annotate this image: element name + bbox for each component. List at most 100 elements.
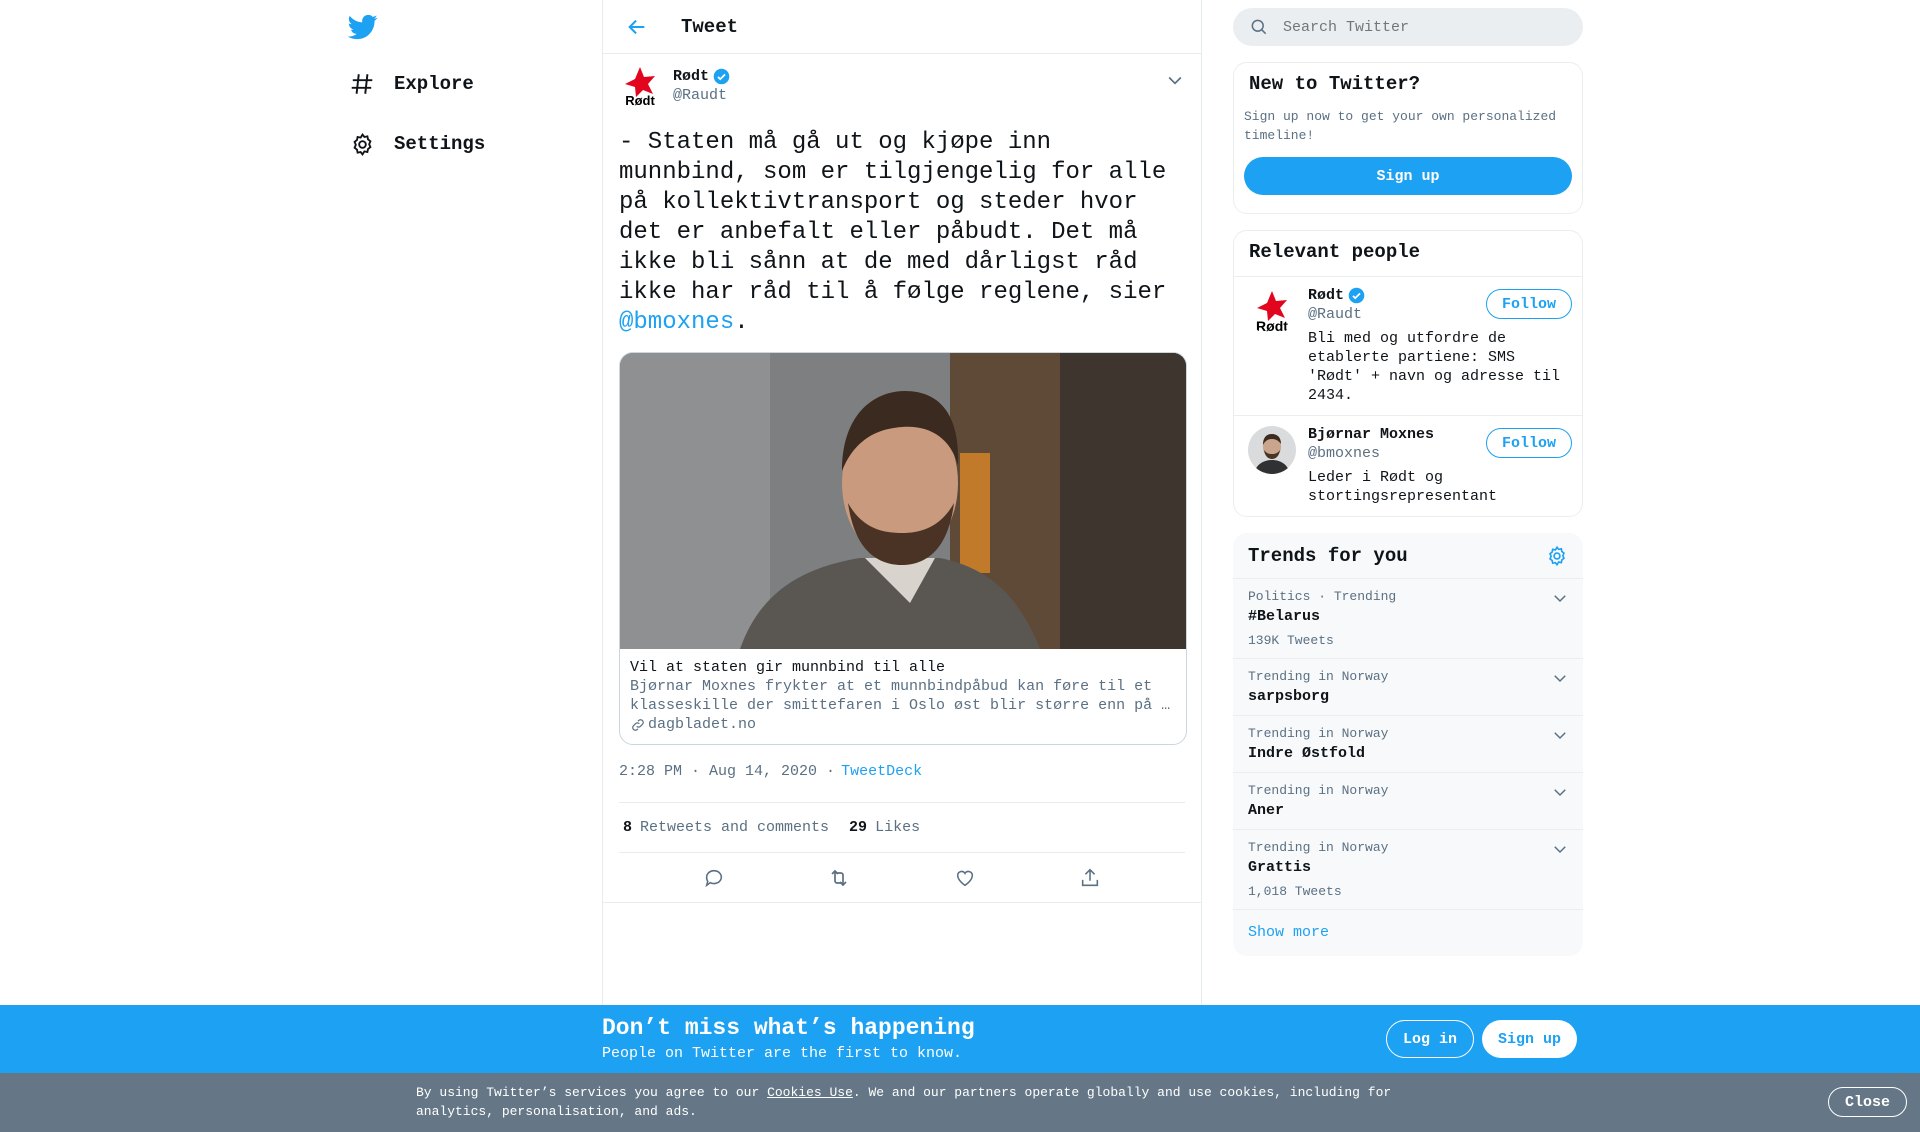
back-arrow-icon[interactable] (623, 13, 651, 41)
retweets-count: 8 (623, 819, 633, 836)
likes-label[interactable]: Likes (875, 819, 920, 836)
chevron-down-icon[interactable] (1551, 589, 1569, 607)
share-icon[interactable] (1077, 865, 1103, 891)
tweet: Rødt Rødt @Raudt - Staten må gå ut og kj… (603, 54, 1201, 903)
retweets-label[interactable]: Retweets and comments (640, 819, 829, 836)
person-bio: Leder i Rødt og stortingsrepresentant (1308, 469, 1498, 505)
link-card[interactable]: Vil at staten gir munnbind til alle Bjør… (619, 352, 1187, 745)
card-description-line-1: Bjørnar Moxnes frykter at et munnbindpåb… (630, 678, 1153, 695)
relevant-people-title: Relevant people (1234, 231, 1582, 277)
author-name-text: Rødt (673, 68, 710, 85)
trends-title: Trends for you (1248, 544, 1408, 567)
cookie-bar: By using Twitter’s services you agree to… (0, 1073, 1920, 1132)
chevron-down-icon[interactable] (1551, 669, 1569, 687)
follow-button[interactable]: Follow (1485, 289, 1572, 319)
sidebar-right: New to Twitter? Sign up now to get your … (1233, 0, 1583, 956)
trend-context: Trending in Norway (1248, 840, 1389, 855)
new-to-twitter-description: Sign up now to get your own personalized… (1244, 109, 1557, 143)
tweet-source[interactable]: TweetDeck (841, 763, 922, 780)
person-bio: Bli med og utfordre de etablerte partien… (1308, 330, 1561, 404)
avatar[interactable]: Rødt (619, 66, 661, 108)
cookie-text: By using Twitter’s services you agree to… (416, 1083, 1416, 1121)
login-button[interactable]: Log in (1386, 1020, 1475, 1058)
nav-explore[interactable]: Explore (348, 64, 474, 104)
retweet-icon[interactable] (826, 865, 852, 891)
trend-name: Aner (1248, 802, 1285, 819)
trend-item[interactable]: Trending in Norway Indre Østfold (1233, 716, 1583, 773)
verified-badge-icon (713, 68, 730, 85)
page-title: Tweet (681, 15, 739, 38)
trend-name: Grattis (1248, 859, 1312, 876)
tweet-author: Rødt Rødt @Raudt (619, 66, 1185, 114)
page-header: Tweet (603, 0, 1201, 54)
cookie-text-before: By using Twitter’s services you agree to… (416, 1085, 768, 1100)
author-name[interactable]: Rødt (673, 68, 730, 85)
tweet-actions (603, 853, 1201, 903)
avatar[interactable]: Rødt (1248, 287, 1296, 335)
likes-count: 29 (849, 819, 868, 836)
trend-item[interactable]: Politics · Trending #Belarus 139K Tweets (1233, 579, 1583, 659)
trends-header: Trends for you (1233, 533, 1583, 579)
signup-button[interactable]: Sign up (1482, 1020, 1578, 1058)
search-input[interactable] (1283, 18, 1543, 36)
card-domain-text: dagbladet.no (648, 716, 757, 733)
nav-settings-label: Settings (394, 133, 486, 155)
person-card-bmoxnes[interactable]: Bjørnar Moxnes @bmoxnes Leder i Rødt og … (1234, 416, 1582, 516)
new-to-twitter-title: New to Twitter? (1249, 73, 1421, 95)
follow-button[interactable]: Follow (1485, 428, 1572, 458)
gear-icon (348, 130, 376, 158)
cookies-use-link[interactable]: Cookies Use (767, 1085, 853, 1100)
trend-name: sarpsborg (1248, 688, 1330, 705)
like-icon[interactable] (952, 865, 978, 891)
trend-name: Indre Østfold (1248, 745, 1366, 762)
trend-context: Trending in Norway (1248, 783, 1389, 798)
tweet-text: - Staten må gå ut og kjøpe inn munnbind,… (619, 128, 1185, 338)
twitter-logo-icon[interactable] (347, 12, 380, 42)
tweet-timestamp[interactable]: 2:28 PM · Aug 14, 2020 (619, 763, 817, 780)
person-name-text: Bjørnar Moxnes (1308, 426, 1435, 443)
chevron-down-icon[interactable] (1551, 840, 1569, 858)
trend-item[interactable]: Trending in Norway sarpsborg (1233, 659, 1583, 716)
show-more-link[interactable]: Show more (1233, 910, 1583, 956)
signup-banner: Don’t miss what’s happening People on Tw… (0, 1005, 1920, 1073)
search-bar[interactable] (1233, 8, 1583, 46)
trend-context: Politics · Trending (1248, 589, 1397, 604)
chevron-down-icon[interactable] (1165, 70, 1185, 90)
chevron-down-icon[interactable] (1551, 783, 1569, 801)
trend-name: #Belarus (1248, 608, 1321, 625)
tweet-meta: 2:28 PM · Aug 14, 2020 · TweetDeck (619, 761, 1185, 803)
tweet-text-body: - Staten må gå ut og kjøpe inn munnbind,… (619, 129, 1167, 306)
mention-link[interactable]: @bmoxnes (619, 309, 734, 336)
close-button[interactable]: Close (1828, 1087, 1908, 1117)
reply-icon[interactable] (701, 865, 727, 891)
new-to-twitter-box: New to Twitter? Sign up now to get your … (1233, 62, 1583, 214)
signup-button[interactable]: Sign up (1244, 157, 1572, 195)
card-image (620, 353, 1186, 649)
card-domain: dagbladet.no (630, 715, 1176, 734)
trend-context: Trending in Norway (1248, 669, 1389, 684)
trend-count: 139K Tweets (1248, 633, 1334, 648)
hashtag-icon (348, 70, 376, 98)
avatar[interactable] (1248, 426, 1296, 474)
banner-subtitle: People on Twitter are the first to know. (602, 1045, 963, 1062)
verified-badge-icon (1348, 287, 1365, 304)
trend-count: 1,018 Tweets (1248, 884, 1342, 899)
tweet-text-end: . (734, 309, 749, 336)
chevron-down-icon[interactable] (1551, 726, 1569, 744)
author-handle[interactable]: @Raudt (673, 87, 730, 104)
search-icon (1251, 19, 1267, 35)
gear-icon[interactable] (1546, 545, 1568, 567)
person-name-text: Rødt (1308, 287, 1345, 304)
trend-item[interactable]: Trending in Norway Grattis 1,018 Tweets (1233, 830, 1583, 910)
banner-title: Don’t miss what’s happening (602, 1015, 975, 1041)
trend-context: Trending in Norway (1248, 726, 1389, 741)
relevant-people-box: Relevant people Rødt Rødt @Raudt Bli med… (1233, 230, 1583, 517)
link-icon (632, 718, 644, 731)
tweet-stats: 8 Retweets and comments 29 Likes (619, 803, 1185, 853)
person-card-raudt[interactable]: Rødt Rødt @Raudt Bli med og utfordre de … (1234, 277, 1582, 416)
nav-explore-label: Explore (394, 73, 474, 95)
main-column: Tweet Rødt Rødt @Raudt - Staten må gå ut… (602, 0, 1202, 1005)
nav-settings[interactable]: Settings (348, 124, 485, 164)
trend-item[interactable]: Trending in Norway Aner (1233, 773, 1583, 830)
svg-text:Rødt: Rødt (1256, 318, 1288, 334)
